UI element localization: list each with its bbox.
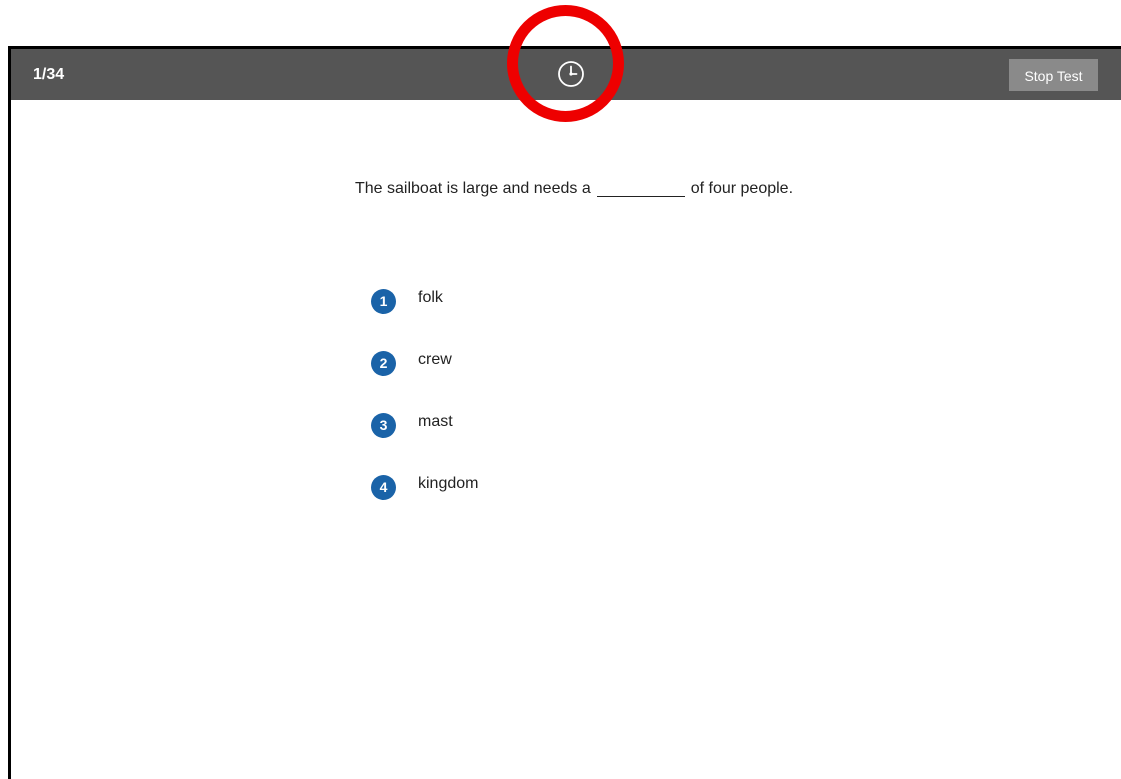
option-label: kingdom [418,475,479,492]
question-part-before: The sailboat is large and needs a [355,180,591,197]
stop-test-button[interactable]: Stop Test [1009,59,1098,91]
option-number-badge: 3 [371,413,396,438]
option-number-badge: 4 [371,475,396,500]
option-number-badge: 2 [371,351,396,376]
question-part-after: of four people. [690,180,794,197]
option-label: mast [418,413,453,430]
answer-blank [596,178,685,197]
option-label: folk [418,289,443,306]
test-window: 1/34 Stop Test [8,46,1121,779]
question-counter: 1/34 [33,66,65,83]
clock-icon[interactable] [556,59,586,89]
option-number-badge: 1 [371,289,396,314]
top-bar: 1/34 Stop Test [11,49,1121,100]
option-label: crew [418,351,452,368]
question-text: The sailboat is large and needs a of four… [355,176,805,202]
